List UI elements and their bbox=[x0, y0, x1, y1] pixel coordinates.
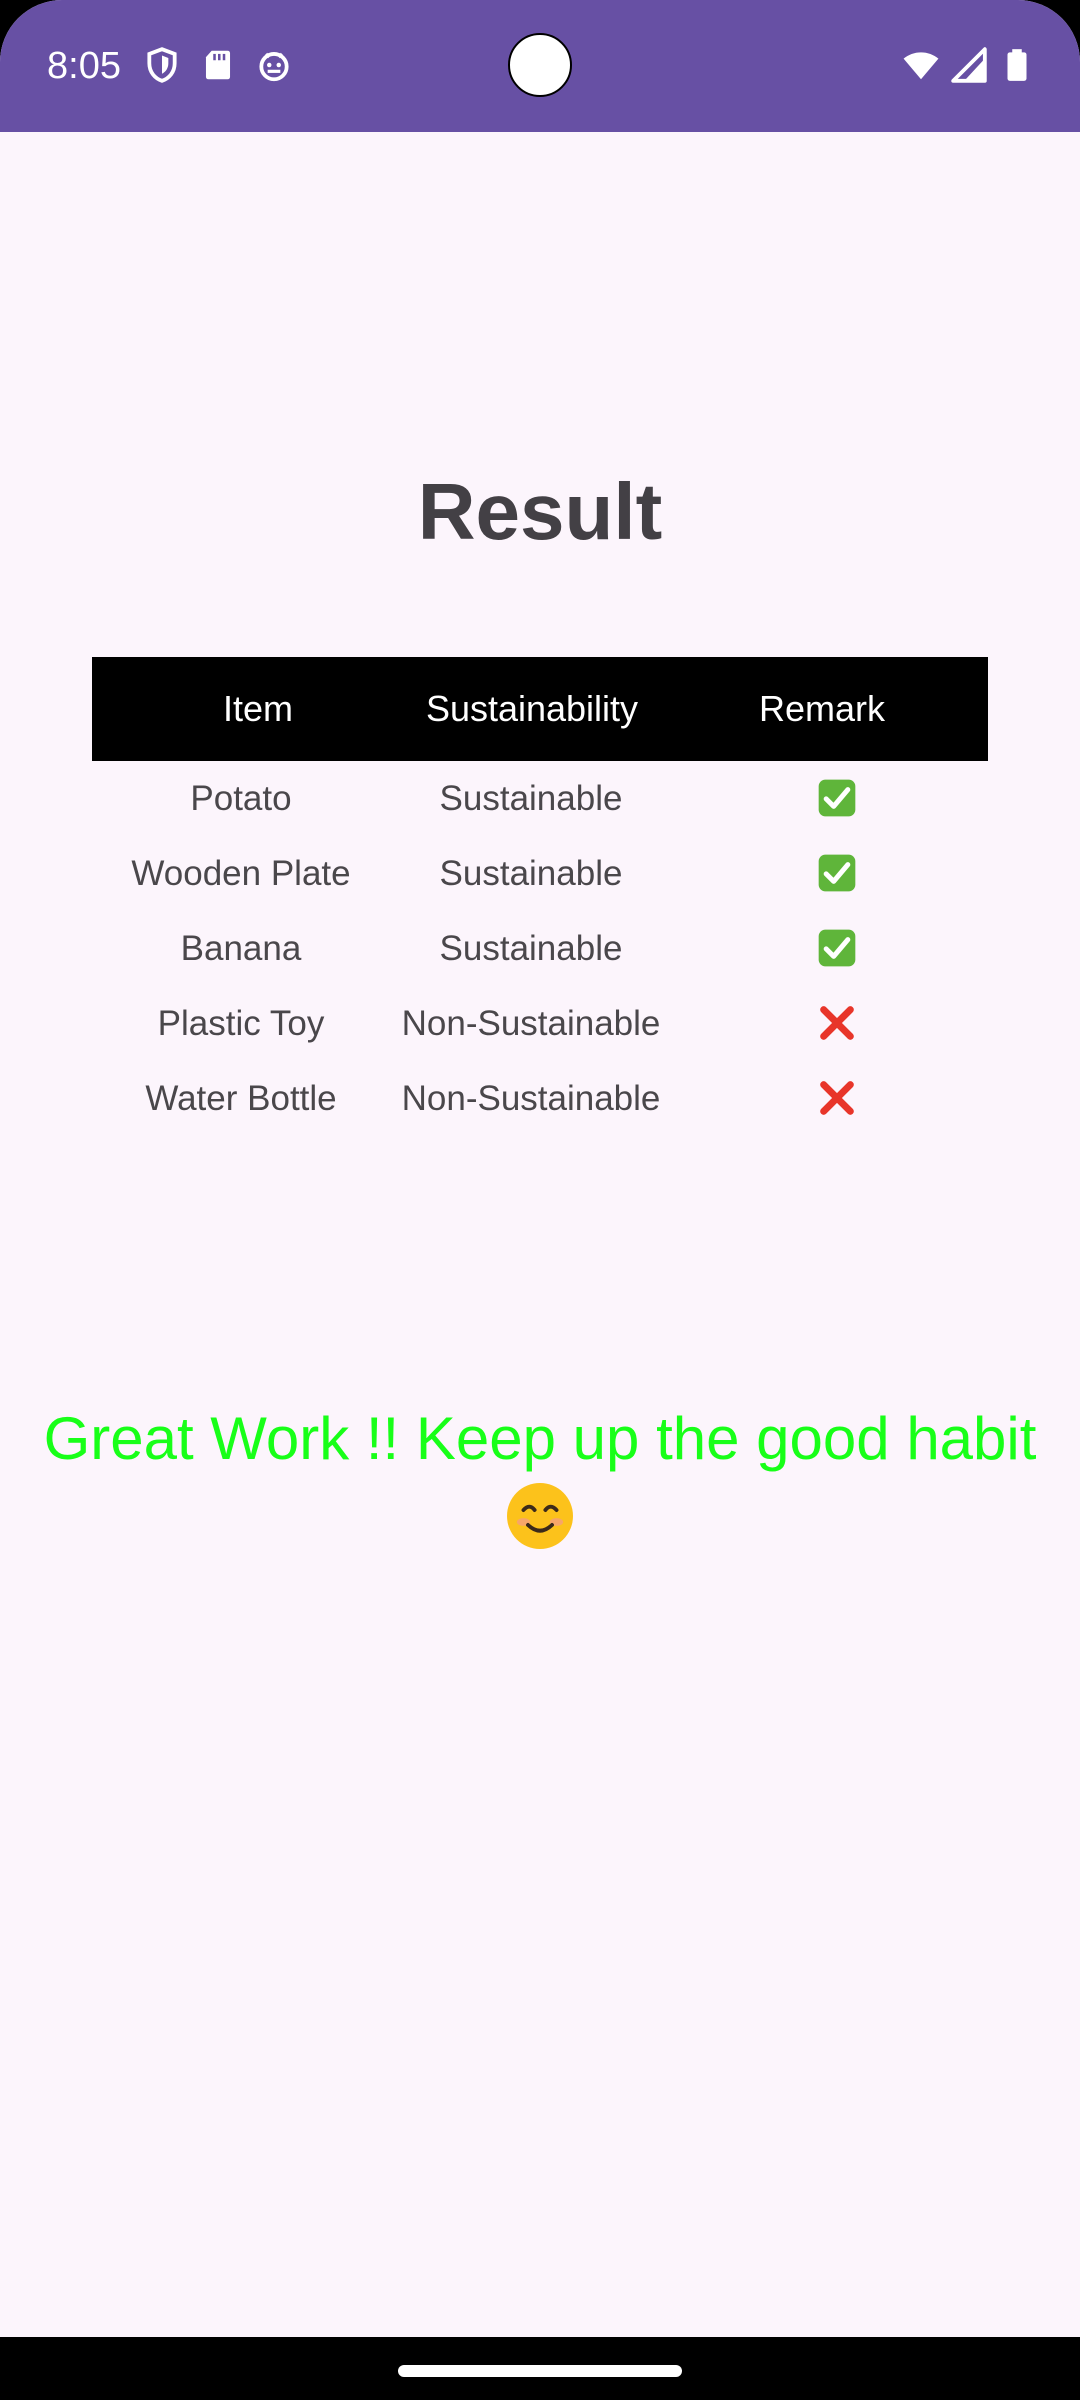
cell-item: Plastic Toy bbox=[157, 1004, 325, 1043]
table-row: Plastic Toy Non-Sustainable bbox=[92, 986, 988, 1061]
cell-item: Wooden Plate bbox=[131, 854, 351, 893]
cell-item: Banana bbox=[180, 929, 302, 968]
header-remark: Remark bbox=[758, 688, 886, 729]
status-time: 8:05 bbox=[47, 45, 121, 87]
table-row: Potato Sustainable bbox=[92, 761, 988, 836]
battery-icon bbox=[1007, 49, 1027, 81]
cell-remark bbox=[688, 1061, 986, 1136]
table-row: Wooden Plate Sustainable bbox=[92, 836, 988, 911]
table-header: Item Sustainability Remark bbox=[92, 657, 988, 761]
table-row: Banana Sustainable bbox=[92, 911, 988, 986]
android-debug-icon bbox=[259, 52, 289, 82]
cross-mark-icon bbox=[820, 1080, 854, 1115]
smiling-face-icon bbox=[507, 1483, 573, 1549]
app-screen: 8:05 Result Item Sustainability Remark P… bbox=[0, 0, 1080, 2400]
cell-item: Potato bbox=[190, 779, 292, 818]
shield-icon bbox=[147, 47, 177, 83]
cell-sustainability: Sustainable bbox=[439, 779, 623, 818]
home-indicator[interactable] bbox=[398, 2365, 682, 2377]
results-table: Item Sustainability Remark Potato Sustai… bbox=[92, 657, 988, 1136]
cell-sustainability: Sustainable bbox=[439, 854, 623, 893]
cell-remark bbox=[688, 836, 986, 911]
signal-icon bbox=[951, 47, 987, 83]
camera-cutout bbox=[508, 33, 572, 97]
cell-remark bbox=[688, 986, 986, 1061]
encouragement-message: Great Work !! Keep up the good habit bbox=[0, 1402, 1080, 1552]
table-row: Water Bottle Non-Sustainable bbox=[92, 1061, 988, 1136]
cell-item: Water Bottle bbox=[145, 1079, 337, 1118]
page-title: Result bbox=[417, 467, 663, 556]
status-icons-right bbox=[902, 46, 1036, 84]
cell-remark bbox=[688, 911, 986, 986]
cross-mark-icon bbox=[820, 1005, 854, 1040]
cell-sustainability: Sustainable bbox=[439, 929, 623, 968]
cell-remark bbox=[688, 761, 986, 836]
sd-card-icon bbox=[205, 50, 231, 80]
cell-sustainability: Non-Sustainable bbox=[401, 1079, 661, 1118]
status-bar: 8:05 bbox=[0, 0, 1080, 132]
status-icons-left bbox=[143, 46, 293, 84]
check-mark-icon bbox=[818, 779, 856, 817]
check-mark-icon bbox=[818, 854, 856, 892]
cell-sustainability: Non-Sustainable bbox=[401, 1004, 661, 1043]
message-text: Great Work !! Keep up the good habit bbox=[43, 1405, 1037, 1472]
wifi-icon bbox=[903, 52, 939, 80]
check-mark-icon bbox=[818, 929, 856, 967]
